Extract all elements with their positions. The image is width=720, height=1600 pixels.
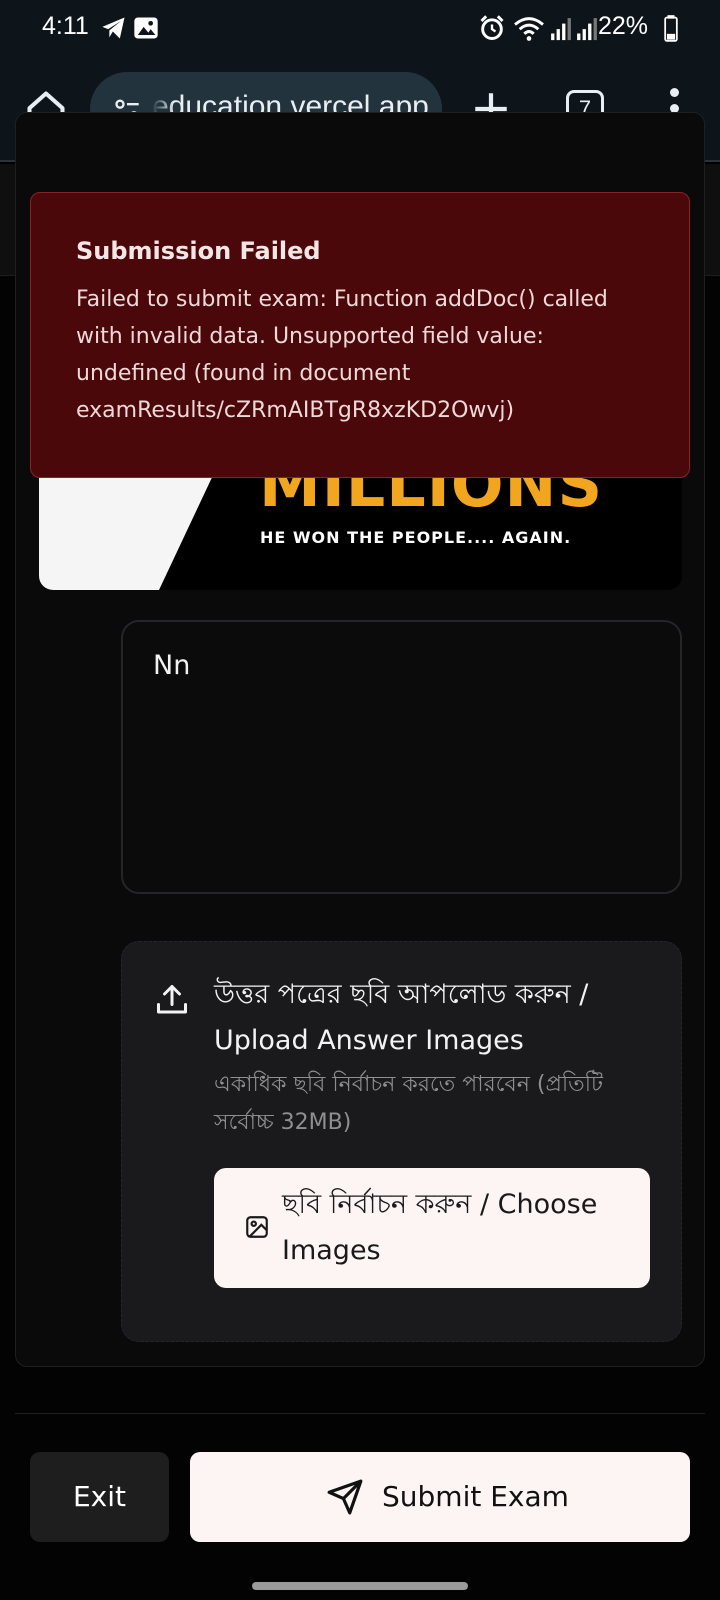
submit-exam-label: Submit Exam [382, 1480, 569, 1513]
toast-title: Submission Failed [76, 237, 321, 265]
battery-icon [664, 15, 678, 42]
image-icon [246, 1216, 268, 1238]
send-icon [327, 1479, 363, 1515]
submit-exam-button[interactable]: Submit Exam [190, 1452, 690, 1542]
signal-icon [551, 18, 571, 41]
answer-text: Nn [153, 650, 191, 681]
upload-title: উত্তর পত্রের ছবি আপলোড করুন / Upload Ans… [214, 979, 589, 1056]
signal-icon [577, 18, 597, 41]
upload-hint: একাধিক ছবি নির্বাচন করতে পারবেন (প্রতিটি… [214, 1072, 603, 1135]
banner-subtitle: HE WON THE PEOPLE.... AGAIN. [260, 528, 572, 547]
answer-textarea[interactable]: Nn [121, 620, 682, 894]
battery-percent: 22% [598, 12, 649, 40]
alarm-icon [480, 15, 504, 40]
toast-message: Failed to submit exam: Function addDoc()… [76, 287, 608, 423]
upload-icon [157, 985, 187, 1014]
error-toast[interactable]: Submission Failed Failed to submit exam:… [30, 192, 690, 478]
choose-images-label: ছবি নির্বাচন করুন / Choose Images [282, 1189, 598, 1266]
exit-button[interactable]: Exit [30, 1452, 169, 1542]
choose-images-button[interactable]: ছবি নির্বাচন করুন / Choose Images [214, 1168, 650, 1288]
upload-section: উত্তর পত্রের ছবি আপলোড করুন / Upload Ans… [121, 941, 682, 1342]
status-bar: 4:11 22% [0, 0, 720, 58]
gallery-icon [134, 17, 158, 39]
gesture-home-bar[interactable] [252, 1582, 468, 1590]
status-time: 4:11 [42, 12, 89, 40]
bottom-action-bar: Exit Submit Exam [0, 1420, 720, 1600]
telegram-icon [102, 17, 125, 39]
section-divider [15, 1413, 705, 1414]
wifi-icon [514, 17, 544, 41]
